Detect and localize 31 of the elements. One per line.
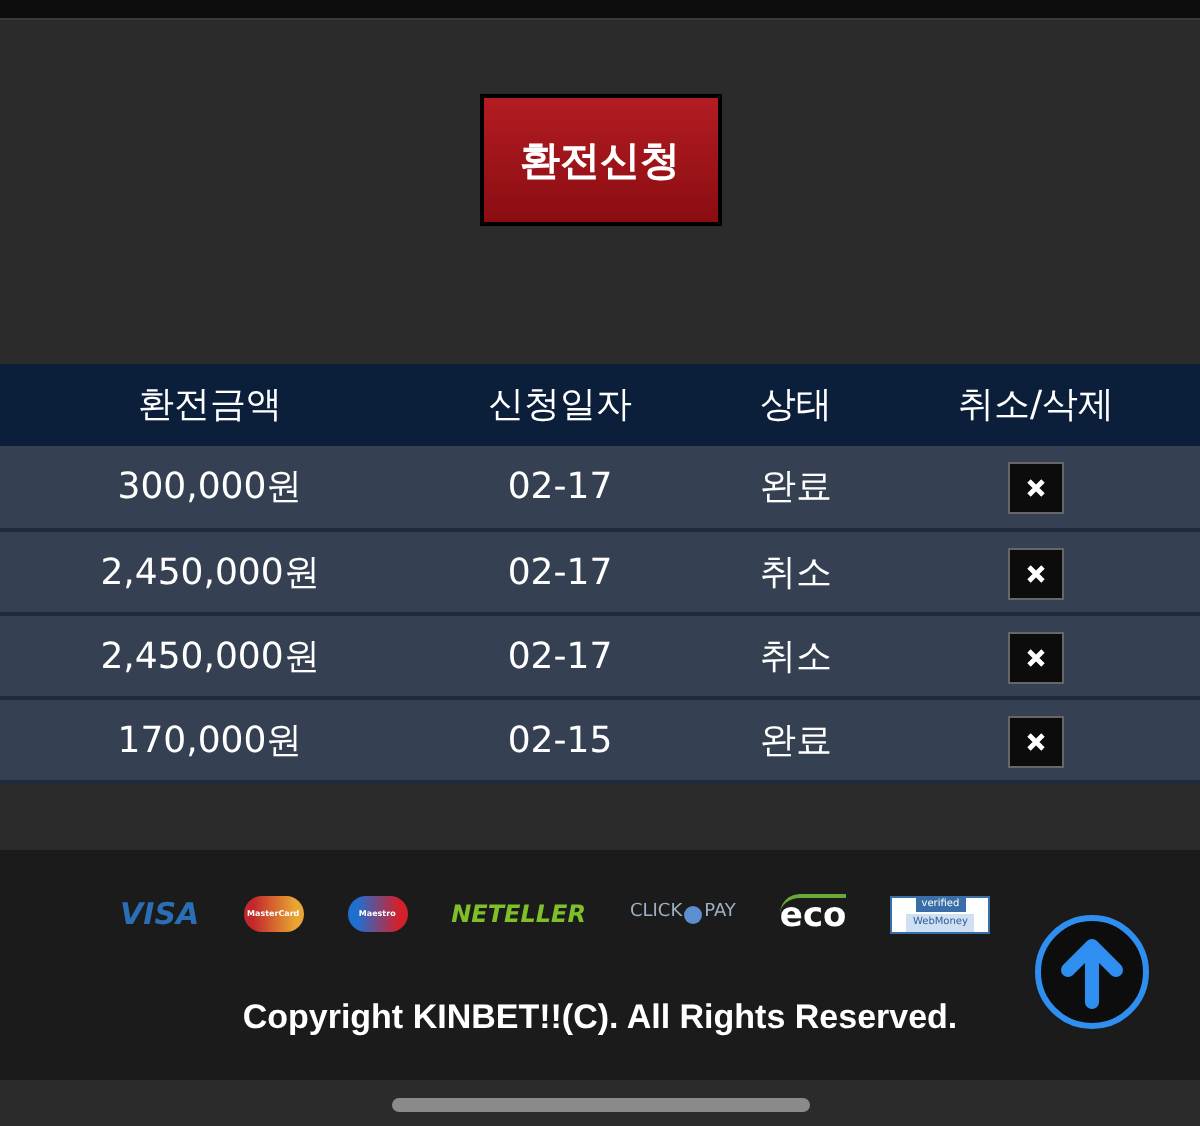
close-icon — [1026, 478, 1046, 498]
amount-text: 2,450,000원 — [100, 635, 320, 677]
date-text: 02-17 — [507, 466, 613, 508]
visa-logo: VISA — [120, 893, 200, 936]
exchange-request-button[interactable]: 환전신청 — [479, 94, 721, 226]
neteller-logo: NETELLER — [451, 898, 586, 932]
amount-text: 300,000원 — [117, 466, 303, 508]
date-text: 02-17 — [507, 551, 613, 593]
amount-text: 2,450,000원 — [100, 551, 320, 593]
delete-button[interactable] — [1008, 715, 1064, 767]
date-text: 02-17 — [507, 635, 613, 677]
status-text: 완료 — [760, 719, 832, 761]
date-text: 02-15 — [507, 719, 613, 761]
status-text: 취소 — [760, 551, 832, 593]
amount-text: 170,000원 — [117, 719, 303, 761]
delete-button[interactable] — [1008, 462, 1064, 514]
status-text: 취소 — [760, 635, 832, 677]
column-header: 환전금액 — [138, 384, 282, 426]
close-icon — [1026, 731, 1046, 751]
delete-button[interactable] — [1008, 631, 1064, 683]
column-header: 취소/삭제 — [957, 384, 1115, 426]
column-header: 신청일자 — [488, 384, 632, 426]
close-icon — [1026, 563, 1046, 583]
copyright-text: Copyright KINBET!!(C). All Rights Reserved. — [242, 998, 958, 1036]
click2pay-logo: CLICK PAY — [629, 900, 736, 927]
status-text: 완료 — [760, 466, 832, 508]
eco-logo: eco — [779, 894, 847, 934]
close-icon — [1026, 647, 1046, 667]
scroll-top-button[interactable] — [1034, 914, 1150, 1030]
delete-button[interactable] — [1008, 547, 1064, 599]
column-header: 상태 — [760, 384, 832, 426]
